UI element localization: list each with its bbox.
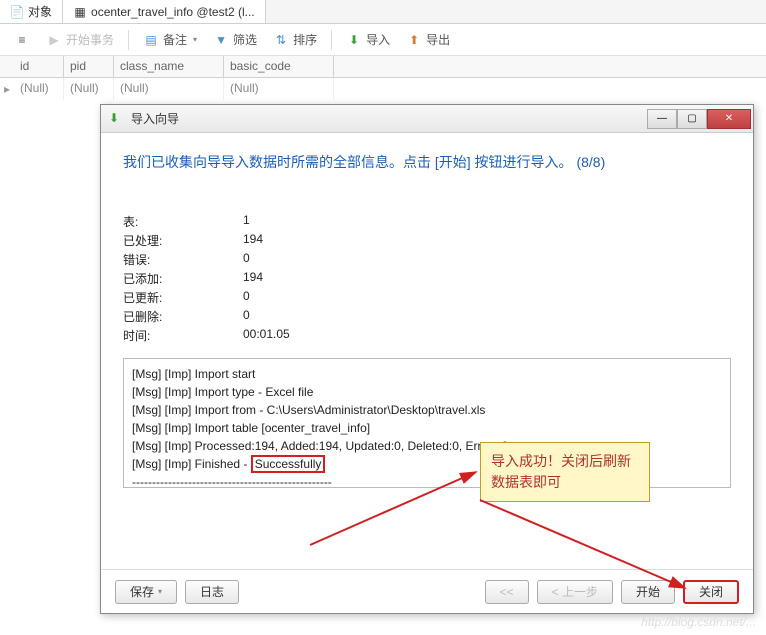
stat-label: 错误: (123, 251, 243, 268)
log-line: [Msg] [Imp] Import from - C:\Users\Admin… (132, 401, 722, 419)
dialog-footer: 保存 ▾ 日志 << < 上一步 开始 关闭 (101, 569, 753, 613)
export-label: 导出 (426, 31, 450, 48)
stat-label: 已删除: (123, 308, 243, 325)
minimize-button[interactable]: — (647, 109, 677, 129)
sheet-icon: 📄 (10, 5, 24, 19)
tab-objects[interactable]: 📄 对象 (0, 0, 63, 23)
stats-block: 表:1 已处理:194 错误:0 已添加:194 已更新:0 已删除:0 时间:… (123, 213, 731, 344)
log-line: [Msg] [Imp] Import table [ocenter_travel… (132, 419, 722, 437)
row-pointer-icon: ▸ (0, 78, 14, 100)
toolbar: ≡ ▶ 开始事务 ▤ 备注 ▾ ▼ 筛选 ⇅ 排序 ⬇ 导入 ⬆ 导出 (0, 24, 766, 56)
table-icon: ▦ (73, 5, 87, 19)
log-line: [Msg] [Imp] Import type - Excel file (132, 383, 722, 401)
dialog-title: 导入向导 (131, 110, 641, 127)
memo-button[interactable]: ▤ 备注 ▾ (137, 27, 203, 52)
first-button[interactable]: << (485, 580, 529, 604)
export-icon: ⬆ (406, 32, 422, 48)
titlebar[interactable]: ⬇ 导入向导 — ▢ ✕ (101, 105, 753, 133)
close-label: 关闭 (699, 583, 723, 600)
cell-null: (Null) (64, 78, 114, 100)
cell-null: (Null) (224, 78, 334, 100)
start-button[interactable]: 开始 (621, 580, 675, 604)
begin-transaction-button[interactable]: ▶ 开始事务 (40, 27, 120, 52)
sort-icon: ⇅ (273, 32, 289, 48)
menu-button[interactable]: ≡ (8, 28, 36, 52)
stat-value: 1 (243, 213, 250, 230)
save-label: 保存 (130, 583, 154, 600)
chevron-down-icon: ▾ (193, 35, 197, 44)
import-label: 导入 (366, 31, 390, 48)
prev-button[interactable]: < 上一步 (537, 580, 613, 604)
maximize-button[interactable]: ▢ (677, 109, 707, 129)
stat-value: 0 (243, 308, 250, 325)
cell-null: (Null) (14, 78, 64, 100)
tab-table[interactable]: ▦ ocenter_travel_info @test2 (l... (63, 0, 266, 23)
log-finished-prefix: [Msg] [Imp] Finished - (132, 457, 251, 471)
watermark: http://blog.csdn.net/... (641, 615, 756, 629)
stat-value: 00:01.05 (243, 327, 290, 344)
tab-objects-label: 对象 (28, 3, 52, 20)
table-row[interactable]: ▸ (Null) (Null) (Null) (Null) (0, 78, 766, 100)
wizard-headline: 我们已收集向导导入数据时所需的全部信息。点击 [开始] 按钮进行导入。 (8/8… (123, 151, 731, 173)
funnel-icon: ▼ (213, 32, 229, 48)
filter-button[interactable]: ▼ 筛选 (207, 27, 263, 52)
callout-text: 导入成功！关闭后刷新数据表即可 (491, 453, 631, 490)
separator (331, 30, 332, 50)
stat-value: 194 (243, 232, 263, 249)
begin-tx-label: 开始事务 (66, 31, 114, 48)
stat-label: 已处理: (123, 232, 243, 249)
save-button[interactable]: 保存 ▾ (115, 580, 177, 604)
success-highlight: Successfully (251, 455, 326, 473)
note-icon: ▤ (143, 32, 159, 48)
import-icon: ⬇ (346, 32, 362, 48)
tab-strip: 📄 对象 ▦ ocenter_travel_info @test2 (l... (0, 0, 766, 24)
annotation-callout: 导入成功！关闭后刷新数据表即可 (480, 442, 650, 502)
stat-value: 194 (243, 270, 263, 287)
separator (128, 30, 129, 50)
grid-header: id pid class_name basic_code (0, 56, 766, 78)
close-button[interactable]: 关闭 (683, 580, 739, 604)
import-button[interactable]: ⬇ 导入 (340, 27, 396, 52)
hamburger-icon: ≡ (14, 32, 30, 48)
col-class-name[interactable]: class_name (114, 56, 224, 77)
tab-table-label: ocenter_travel_info @test2 (l... (91, 5, 255, 19)
col-pid[interactable]: pid (64, 56, 114, 77)
start-label: 开始 (636, 583, 660, 600)
dialog-body: 我们已收集向导导入数据时所需的全部信息。点击 [开始] 按钮进行导入。 (8/8… (101, 133, 753, 604)
col-basic-code[interactable]: basic_code (224, 56, 334, 77)
stat-label: 表: (123, 213, 243, 230)
first-label: << (500, 585, 514, 599)
col-id[interactable]: id (14, 56, 64, 77)
play-icon: ▶ (46, 32, 62, 48)
chevron-down-icon: ▾ (158, 587, 162, 596)
sort-label: 排序 (293, 31, 317, 48)
window-buttons: — ▢ ✕ (647, 109, 751, 129)
filter-label: 筛选 (233, 31, 257, 48)
stat-label: 已添加: (123, 270, 243, 287)
sort-button[interactable]: ⇅ 排序 (267, 27, 323, 52)
import-icon: ⬇ (109, 111, 125, 127)
stat-value: 0 (243, 289, 250, 306)
prev-label: < 上一步 (552, 583, 598, 600)
stat-label: 时间: (123, 327, 243, 344)
log-button[interactable]: 日志 (185, 580, 239, 604)
import-wizard-dialog: ⬇ 导入向导 — ▢ ✕ 我们已收集向导导入数据时所需的全部信息。点击 [开始]… (100, 104, 754, 614)
log-label: 日志 (200, 583, 224, 600)
log-line: [Msg] [Imp] Import start (132, 365, 722, 383)
stat-label: 已更新: (123, 289, 243, 306)
cell-null: (Null) (114, 78, 224, 100)
row-handle-header (0, 56, 14, 77)
memo-label: 备注 (163, 31, 187, 48)
export-button[interactable]: ⬆ 导出 (400, 27, 456, 52)
stat-value: 0 (243, 251, 250, 268)
window-close-button[interactable]: ✕ (707, 109, 751, 129)
